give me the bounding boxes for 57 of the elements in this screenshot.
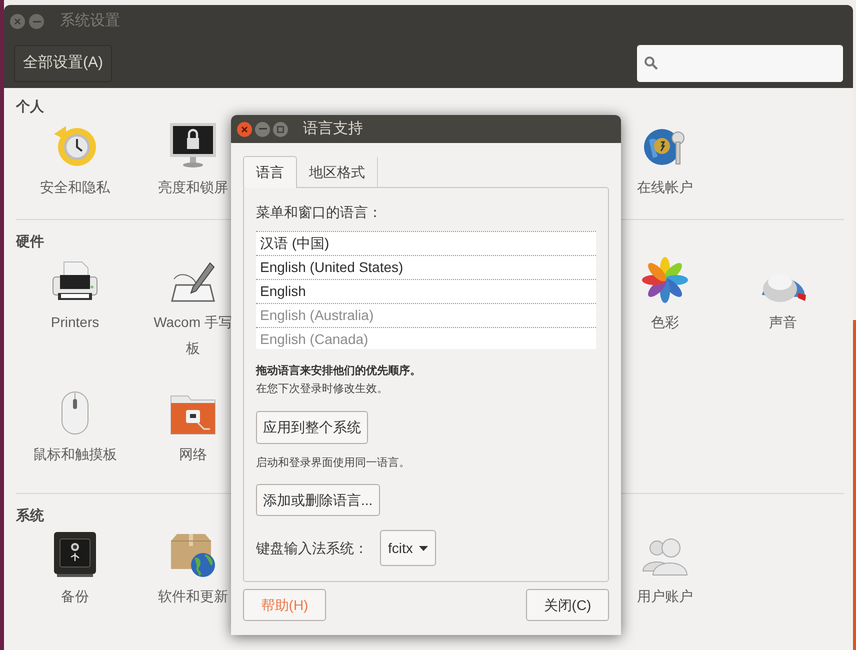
monitor-lock-icon: [169, 122, 217, 168]
settings-item[interactable]: 鼠标和触摸板: [33, 381, 117, 467]
maximize-button[interactable]: [273, 122, 288, 136]
search-icon: [644, 56, 658, 70]
mouse-icon: [60, 391, 90, 435]
close-dialog-button[interactable]: 关闭(C): [526, 589, 609, 621]
people-icon: [641, 537, 689, 577]
caret-icon: [418, 546, 428, 550]
window-title: 系统设置: [60, 11, 120, 32]
safe-icon: [53, 531, 97, 577]
close-button[interactable]: [237, 122, 252, 136]
login-note-text: 在您下次登录时修改生效。: [256, 382, 389, 397]
close-icon: [14, 18, 21, 25]
language-row[interactable]: English: [256, 280, 596, 304]
settings-item[interactable]: Printers: [50, 249, 100, 361]
add-remove-languages-button[interactable]: 添加或删除语言...: [256, 484, 380, 516]
minimize-button[interactable]: [255, 122, 270, 136]
search-field[interactable]: [637, 44, 843, 82]
globe-key-icon: [643, 126, 687, 168]
apply-note-text: 启动和登录界面使用同一语言。: [256, 456, 411, 471]
tab[interactable]: 语言: [243, 156, 297, 188]
settings-item[interactable]: 备份: [53, 523, 97, 609]
all-settings-button[interactable]: 全部设置(A): [14, 44, 112, 82]
settings-item[interactable]: 色彩: [642, 249, 688, 335]
input-method-dropdown[interactable]: fcitx: [380, 530, 436, 566]
folder-network-icon: [170, 393, 216, 435]
printer-icon: [52, 261, 98, 303]
tablet-pen-icon: [170, 261, 216, 303]
flower-icon: [642, 257, 688, 303]
language-row[interactable]: English (Australia): [256, 304, 596, 328]
input-method-label: 键盘输入法系统：: [256, 538, 368, 558]
package-globe-icon: [169, 533, 217, 577]
section-heading: 系统: [16, 507, 44, 523]
clock-icon: [52, 124, 98, 168]
minimize-icon: [32, 20, 40, 22]
minimize-button[interactable]: [29, 14, 44, 29]
settings-item[interactable]: 用户账户: [637, 523, 693, 609]
settings-item[interactable]: 亮度和锁屏: [158, 114, 228, 200]
maximize-icon: [277, 126, 284, 132]
apply-system-wide-button[interactable]: 应用到整个系统: [256, 411, 368, 444]
language-row[interactable]: English (Canada): [256, 328, 596, 349]
settings-item[interactable]: 网络: [170, 381, 216, 467]
settings-item[interactable]: 声音: [758, 249, 808, 335]
language-row[interactable]: English (United States): [256, 256, 596, 280]
minimize-icon: [258, 128, 266, 130]
settings-item[interactable]: 在线帐户: [637, 114, 693, 200]
close-icon: [241, 126, 248, 132]
dialog-title: 语言支持: [303, 118, 363, 139]
tab[interactable]: 地区格式: [297, 157, 378, 187]
language-row[interactable]: 汉语 (中国): [256, 232, 596, 256]
settings-item[interactable]: 软件和更新: [158, 523, 228, 609]
section-heading: 个人: [16, 98, 44, 114]
section-heading: 硬件: [16, 233, 44, 249]
list-label: 菜单和窗口的语言：: [256, 203, 383, 222]
settings-item[interactable]: 安全和隐私: [40, 114, 110, 200]
close-button[interactable]: [10, 14, 25, 29]
drag-hint-text: 拖动语言来安排他们的优先顺序。: [256, 364, 422, 379]
